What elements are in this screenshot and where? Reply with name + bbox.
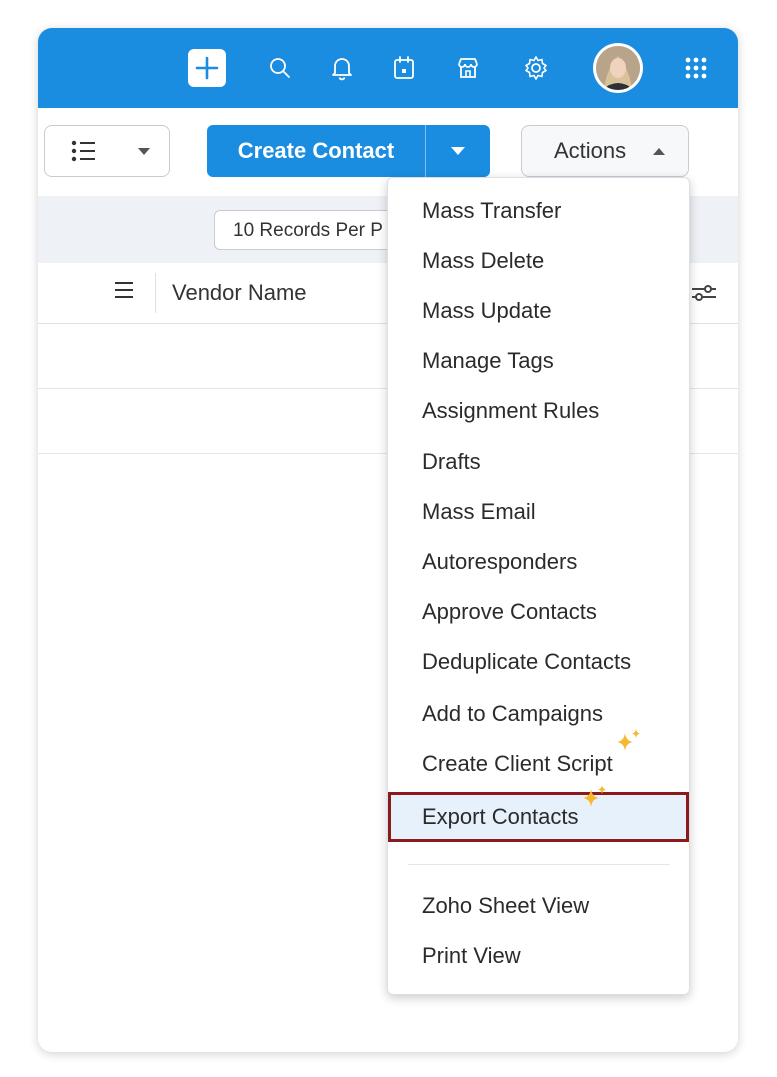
chevron-down-icon xyxy=(138,148,150,155)
menu-item-manage-tags[interactable]: Manage Tags xyxy=(388,336,689,386)
menu-item-label: Export Contacts xyxy=(422,804,579,829)
list-view-icon xyxy=(71,140,95,162)
apps-grid-button[interactable] xyxy=(678,50,714,86)
store-icon xyxy=(458,58,478,78)
menu-item-mass-delete[interactable]: Mass Delete xyxy=(388,236,689,286)
crm-window: Create Contact Actions 10 Records Per P … xyxy=(38,28,738,1052)
menu-item-drafts[interactable]: Drafts xyxy=(388,437,689,487)
column-divider xyxy=(155,273,156,313)
menu-item-mass-update[interactable]: Mass Update xyxy=(388,286,689,336)
chevron-down-icon xyxy=(451,147,465,155)
apps-grid-icon xyxy=(685,57,707,79)
records-per-page-select[interactable]: 10 Records Per P xyxy=(214,210,414,250)
menu-item-mass-transfer[interactable]: Mass Transfer xyxy=(388,186,689,236)
menu-item-mass-email[interactable]: Mass Email xyxy=(388,487,689,537)
search-button[interactable] xyxy=(262,50,298,86)
menu-divider xyxy=(408,864,670,865)
quick-create-button[interactable] xyxy=(188,49,226,87)
create-contact-button-group: Create Contact xyxy=(207,125,490,177)
create-options-dropdown-button[interactable] xyxy=(426,125,490,177)
marketplace-button[interactable] xyxy=(450,50,486,86)
menu-item-label: Create Client Script xyxy=(422,751,613,776)
notifications-button[interactable] xyxy=(324,50,360,86)
top-navbar xyxy=(38,28,738,108)
settings-button[interactable] xyxy=(518,50,554,86)
plus-icon xyxy=(195,56,219,80)
view-switcher-button[interactable] xyxy=(44,125,170,177)
menu-item-export-contacts[interactable]: Export Contacts xyxy=(388,785,689,842)
menu-item-assignment-rules[interactable]: Assignment Rules xyxy=(388,386,689,436)
search-icon xyxy=(270,58,290,78)
sparkle-icon xyxy=(582,785,606,807)
calendar-button[interactable] xyxy=(386,50,422,86)
actions-menu: Mass Transfer Mass Delete Mass Update Ma… xyxy=(387,177,690,995)
sparkle-icon xyxy=(616,729,640,751)
menu-item-create-client-script[interactable]: Create Client Script xyxy=(388,729,689,789)
create-contact-button[interactable]: Create Contact xyxy=(207,125,425,177)
user-avatar[interactable] xyxy=(593,43,643,93)
column-settings-icon[interactable] xyxy=(691,283,717,303)
bell-icon xyxy=(332,58,352,81)
menu-item-approve-contacts[interactable]: Approve Contacts xyxy=(388,587,689,637)
actions-button[interactable]: Actions xyxy=(521,125,689,177)
menu-item-deduplicate-contacts[interactable]: Deduplicate Contacts xyxy=(388,637,689,687)
chevron-up-icon xyxy=(652,126,666,176)
actions-button-label: Actions xyxy=(554,138,627,163)
menu-item-add-to-campaigns[interactable]: Add to Campaigns xyxy=(388,689,689,739)
column-menu-icon[interactable] xyxy=(114,281,134,299)
menu-item-autoresponders[interactable]: Autoresponders xyxy=(388,537,689,587)
menu-item-zoho-sheet-view[interactable]: Zoho Sheet View xyxy=(388,881,689,931)
gear-icon xyxy=(525,56,547,80)
column-header-vendor-name[interactable]: Vendor Name xyxy=(172,263,307,323)
calendar-icon xyxy=(394,56,414,79)
menu-item-print-view[interactable]: Print View xyxy=(388,931,689,981)
